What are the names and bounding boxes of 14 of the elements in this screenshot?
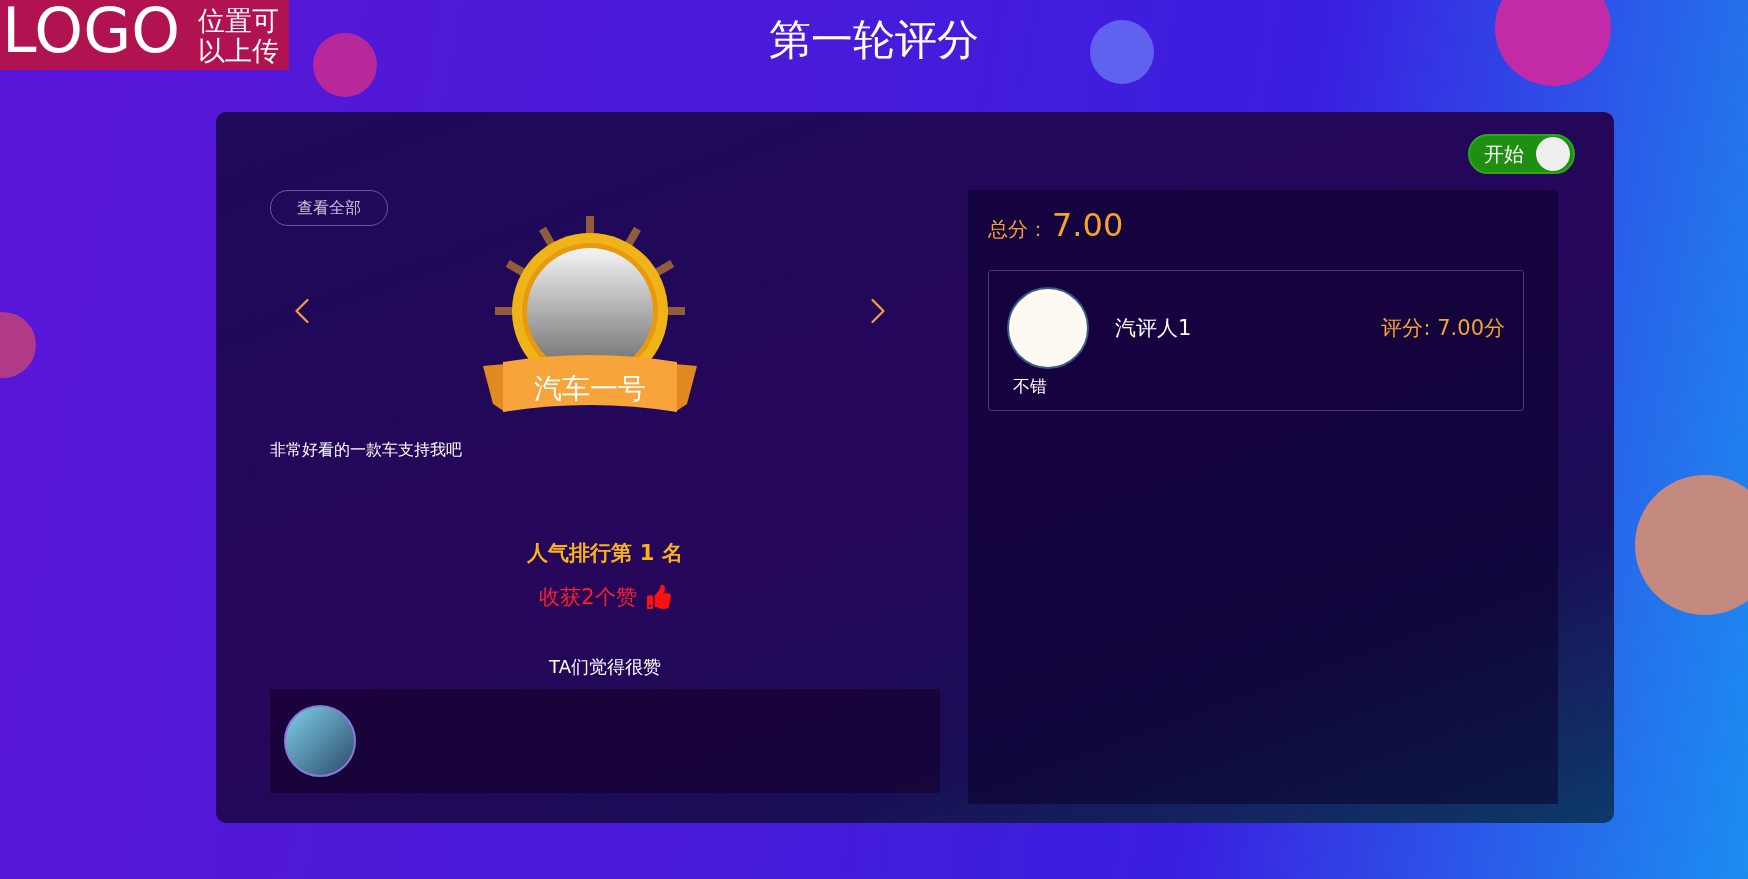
likes-count: 收获2个赞 xyxy=(539,584,637,611)
ranking-text: 人气排行第 1 名 xyxy=(527,540,683,567)
page-title: 第一轮评分 xyxy=(769,14,979,66)
review-score: 评分: 7.00分 xyxy=(1381,315,1505,342)
entry-description: 非常好看的一款车支持我吧 xyxy=(270,440,463,461)
start-toggle[interactable]: 开始 xyxy=(1468,134,1575,174)
review-comment: 不错 xyxy=(1012,375,1048,398)
total-score-label: 总分： xyxy=(988,216,1048,243)
entry-name: 汽车一号 xyxy=(533,372,647,406)
logo-caption: 位置可 以上传 xyxy=(198,6,279,66)
likers-title: TA们觉得很赞 xyxy=(548,655,662,679)
reviewer-name: 汽评人1 xyxy=(1115,315,1193,342)
logo-text: LOGO xyxy=(2,0,180,62)
total-score-value: 7.00 xyxy=(1052,206,1124,244)
